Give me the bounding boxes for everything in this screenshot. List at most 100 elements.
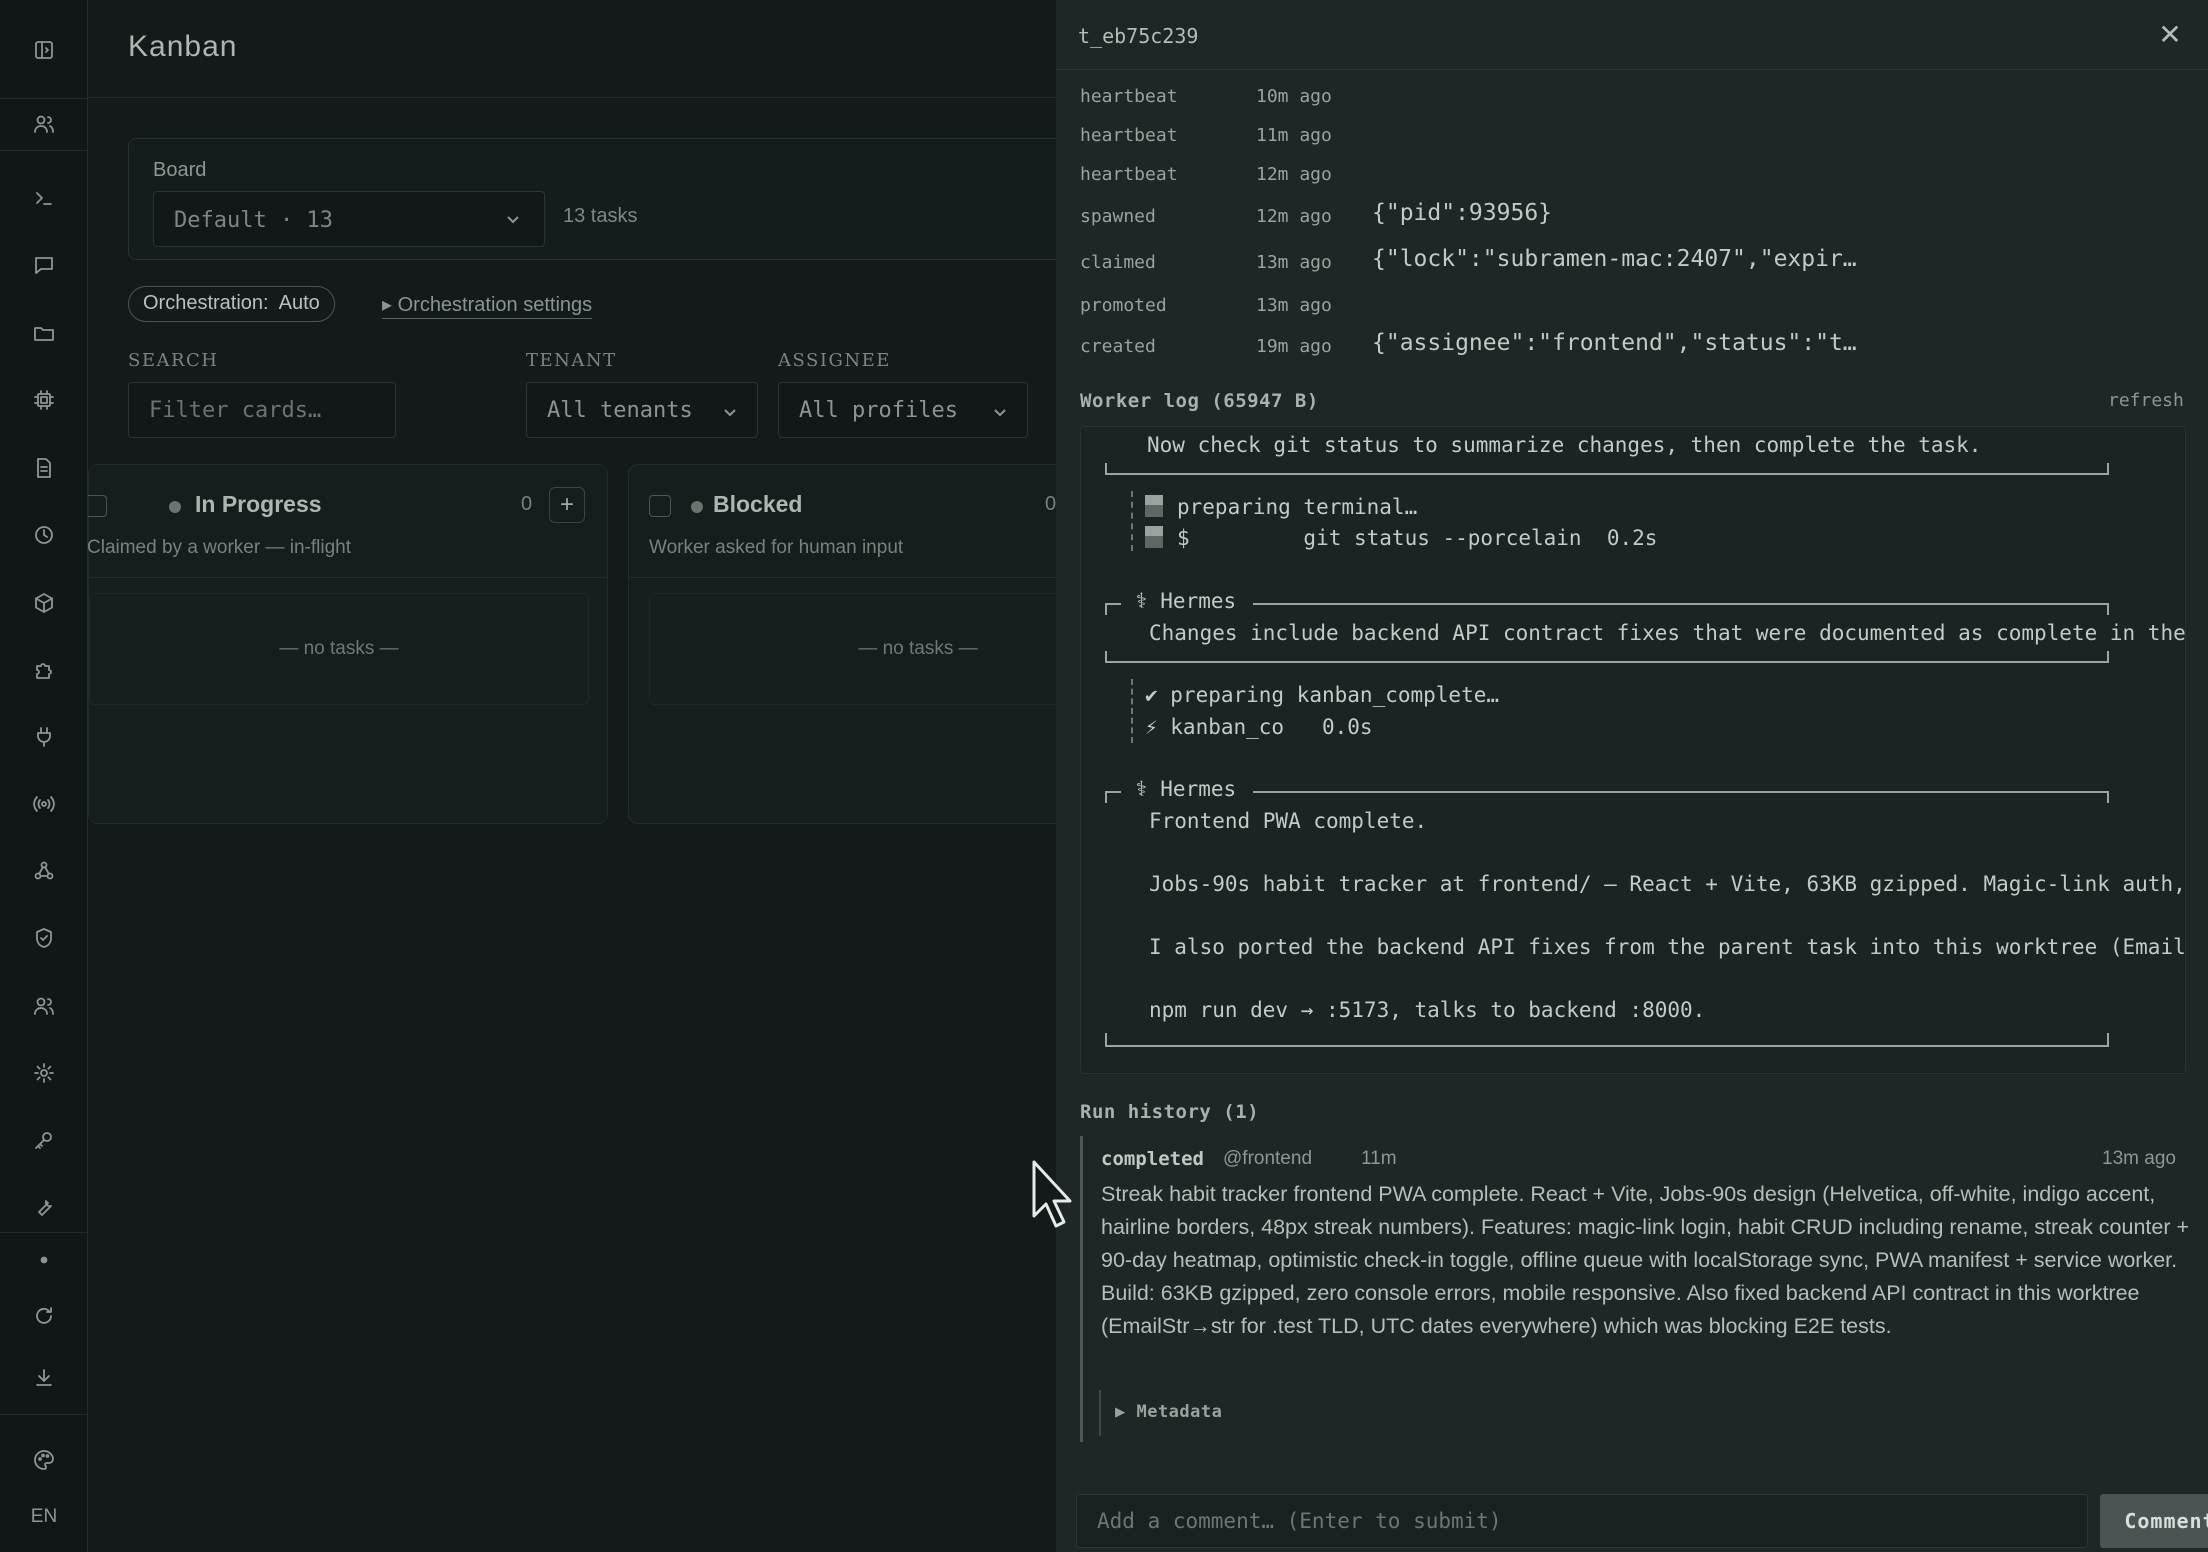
column-select-checkbox[interactable] [649, 495, 671, 517]
column-subtitle: Worker asked for human input [649, 537, 904, 558]
document-icon[interactable] [22, 446, 66, 490]
broadcast-icon[interactable] [22, 782, 66, 826]
dot-icon [22, 1238, 66, 1282]
event-time: 13m ago [1256, 252, 1332, 273]
column-count: 0 [1045, 493, 1056, 515]
log-line: npm run dev → :5173, talks to backend :8… [1149, 998, 1706, 1022]
assignee-select[interactable]: All profiles [778, 382, 1028, 438]
refresh-button[interactable]: refresh [2108, 390, 2184, 411]
log-line: I also ported the backend API fixes from… [1149, 935, 2186, 959]
add-task-button[interactable]: + [549, 487, 585, 523]
run-history-title: Run history (1) [1080, 1101, 1260, 1123]
orchestration-label: Orchestration: [143, 292, 269, 314]
column-in-progress: In Progress Claimed by a worker — in-fli… [88, 464, 608, 824]
board-select[interactable]: Default · 13 [153, 191, 545, 247]
log-line: preparing terminal… [1145, 495, 1417, 519]
wrench-icon[interactable] [22, 1185, 66, 1229]
palette-icon[interactable] [22, 1438, 66, 1482]
log-line: ⚡ kanban_co 0.0s [1145, 715, 1373, 739]
panel-header: t_eb75c239 ✕ [1056, 0, 2208, 70]
log-line: ⚕ Hermes [1135, 589, 1237, 613]
event-time: 12m ago [1256, 206, 1332, 227]
event-time: 13m ago [1256, 295, 1332, 316]
run-status: completed [1101, 1148, 1204, 1170]
assignee-value: All profiles [799, 398, 958, 423]
run-timestamp: 13m ago [2102, 1148, 2176, 1169]
tenant-select[interactable]: All tenants [526, 382, 758, 438]
tenant-value: All tenants [547, 398, 693, 423]
metadata-toggle[interactable]: ▶ Metadata [1115, 1402, 1222, 1422]
run-worker: @frontend [1223, 1148, 1313, 1169]
terminal-icon[interactable] [22, 176, 66, 220]
mouse-cursor-icon [1032, 1160, 1072, 1228]
orchestration-value: Auto [278, 292, 320, 314]
webhook-icon[interactable] [22, 849, 66, 893]
column-title: In Progress [195, 491, 322, 517]
search-label: SEARCH [128, 350, 219, 371]
event-time: 12m ago [1256, 164, 1332, 185]
column-empty-state: — no tasks — [89, 593, 589, 705]
event-time: 10m ago [1256, 86, 1332, 107]
column-count: 0 [521, 493, 533, 515]
spinner-block-icon [1145, 495, 1163, 517]
log-line: ✔ preparing kanban_complete… [1145, 683, 1500, 707]
column-select-checkbox[interactable] [88, 495, 107, 517]
panel-toggle-icon[interactable] [22, 28, 66, 72]
run-duration: 11m [1361, 1148, 1397, 1169]
shield-icon[interactable] [22, 916, 66, 960]
event-name: heartbeat [1080, 164, 1178, 185]
worker-log-title: Worker log (65947 B) [1080, 390, 1319, 412]
close-icon[interactable]: ✕ [2154, 20, 2186, 52]
page-title: Kanban [128, 30, 238, 63]
assignee-label: ASSIGNEE [778, 350, 891, 371]
key-icon[interactable] [22, 1118, 66, 1162]
language-switch[interactable]: EN [22, 1506, 66, 1528]
event-name: created [1080, 336, 1156, 357]
log-line-text: $ git status --porcelain 0.2s [1177, 526, 1658, 550]
puzzle-icon[interactable] [22, 648, 66, 692]
event-payload: {"assignee":"frontend","status":"t… [1372, 330, 1857, 356]
search-placeholder: Filter cards… [149, 398, 322, 423]
event-time: 19m ago [1256, 336, 1332, 357]
refresh-icon[interactable] [22, 1294, 66, 1338]
chevron-down-icon [724, 409, 736, 417]
gear-icon[interactable] [22, 1051, 66, 1095]
orchestration-settings-link[interactable]: ▸ Orchestration settings [382, 292, 593, 319]
task-id: t_eb75c239 [1078, 24, 1199, 48]
log-line: Changes include backend API contract fix… [1149, 621, 2186, 645]
event-payload: {"pid":93956} [1372, 200, 1553, 226]
task-detail-panel: t_eb75c239 ✕ heartbeat 10m ago heartbeat… [1056, 0, 2208, 1552]
metadata-section: ▶ Metadata [1099, 1390, 1222, 1436]
comment-placeholder: Add a comment… (Enter to submit) [1097, 1509, 1502, 1533]
comment-input[interactable]: Add a comment… (Enter to submit) [1076, 1494, 2088, 1548]
event-payload: {"lock":"subramen-mac:2407","expir… [1372, 246, 1857, 272]
cube-icon[interactable] [22, 581, 66, 625]
log-line: Frontend PWA complete. [1149, 809, 1428, 833]
cpu-icon[interactable] [22, 378, 66, 422]
folder-icon[interactable] [22, 311, 66, 355]
chevron-down-icon [507, 216, 519, 224]
run-summary: Streak habit tracker frontend PWA comple… [1101, 1182, 2190, 1338]
download-icon[interactable] [22, 1356, 66, 1400]
people-icon[interactable] [22, 984, 66, 1028]
log-line: ⚕ Hermes [1135, 777, 1237, 801]
orchestration-toggle[interactable]: Orchestration: Auto [128, 286, 335, 322]
search-input[interactable]: Filter cards… [128, 382, 396, 438]
board-selector-card: Board Default · 13 13 tasks [128, 138, 1056, 260]
page-header: Kanban [88, 0, 1056, 98]
users-icon[interactable] [22, 102, 66, 146]
comment-button[interactable]: Comment [2100, 1494, 2208, 1548]
log-line-text: preparing terminal… [1177, 495, 1418, 519]
kanban-main: Kanban Board Default · 13 13 tasks Orche… [88, 0, 1056, 1552]
chat-icon[interactable] [22, 243, 66, 287]
status-dot [691, 501, 703, 513]
tenant-label: TENANT [526, 350, 617, 371]
event-name: claimed [1080, 252, 1156, 273]
spinner-block-icon [1145, 526, 1163, 548]
board-select-value: Default · 13 [174, 208, 333, 233]
event-name: heartbeat [1080, 125, 1178, 146]
clock-icon[interactable] [22, 513, 66, 557]
plug-icon[interactable] [22, 715, 66, 759]
log-line: Now check git status to summarize change… [1147, 433, 1982, 457]
worker-log[interactable]: Now check git status to summarize change… [1080, 426, 2186, 1074]
